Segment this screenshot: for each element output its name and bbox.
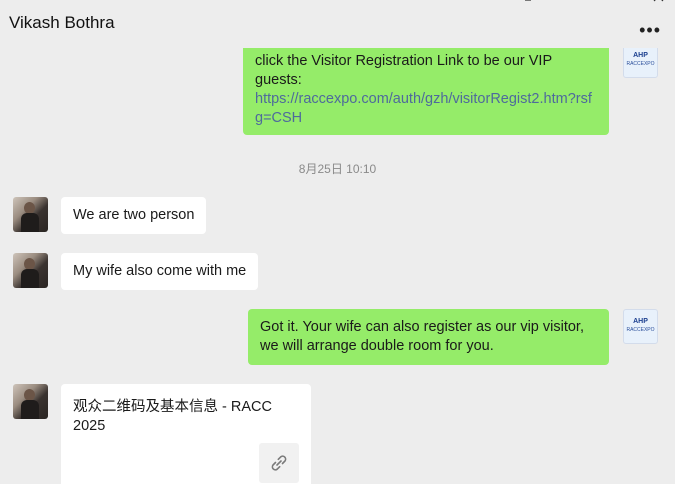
- chat-message-list[interactable]: click the Visitor Registration Link to b…: [0, 48, 675, 484]
- maximize-icon[interactable]: [609, 0, 621, 9]
- message-bubble-incoming[interactable]: We are two person: [61, 197, 207, 234]
- chat-title: Vikash Bothra: [9, 13, 115, 32]
- avatar-logo-text: AHP: [633, 52, 648, 59]
- message-bubble-outgoing[interactable]: click the Visitor Registration Link to b…: [243, 48, 609, 135]
- link-icon: [259, 443, 299, 483]
- message-text: guests:: [255, 72, 302, 88]
- avatar-logo-subtext: RACCEXPO: [626, 61, 655, 67]
- message-bubble-incoming[interactable]: My wife also come with me: [61, 253, 259, 290]
- card-title: 观众二维码及基本信息 - RACC 2025: [73, 399, 272, 434]
- avatar-logo-subtext: RACCEXPO: [626, 327, 655, 333]
- message-text: My wife also come with me: [73, 263, 247, 279]
- message-timestamp: 8月25日 10:10: [298, 162, 377, 176]
- avatar-logo-text: AHP: [633, 318, 648, 325]
- visitor-registration-link[interactable]: https://raccexpo.com/auth/gzh/visitorReg…: [255, 90, 597, 128]
- message-text: click the Visitor Registration Link to b…: [255, 53, 553, 69]
- contact-avatar[interactable]: [13, 253, 48, 288]
- pin-icon[interactable]: [522, 0, 534, 9]
- contact-avatar[interactable]: [13, 197, 48, 232]
- chat-header: Vikash Bothra •••: [0, 0, 675, 48]
- message-text: We are two person: [73, 207, 195, 223]
- close-icon[interactable]: [653, 0, 665, 9]
- contact-avatar[interactable]: [13, 384, 48, 419]
- message-bubble-outgoing[interactable]: Got it. Your wife can also register as o…: [248, 309, 609, 365]
- self-avatar[interactable]: AHP RACCEXPO: [623, 309, 658, 344]
- link-card-message[interactable]: 观众二维码及基本信息 - RACC 2025: [61, 384, 311, 484]
- more-options-button[interactable]: •••: [639, 20, 661, 41]
- message-text: Got it. Your wife can also register as o…: [260, 319, 584, 354]
- self-avatar[interactable]: AHP RACCEXPO: [623, 48, 658, 78]
